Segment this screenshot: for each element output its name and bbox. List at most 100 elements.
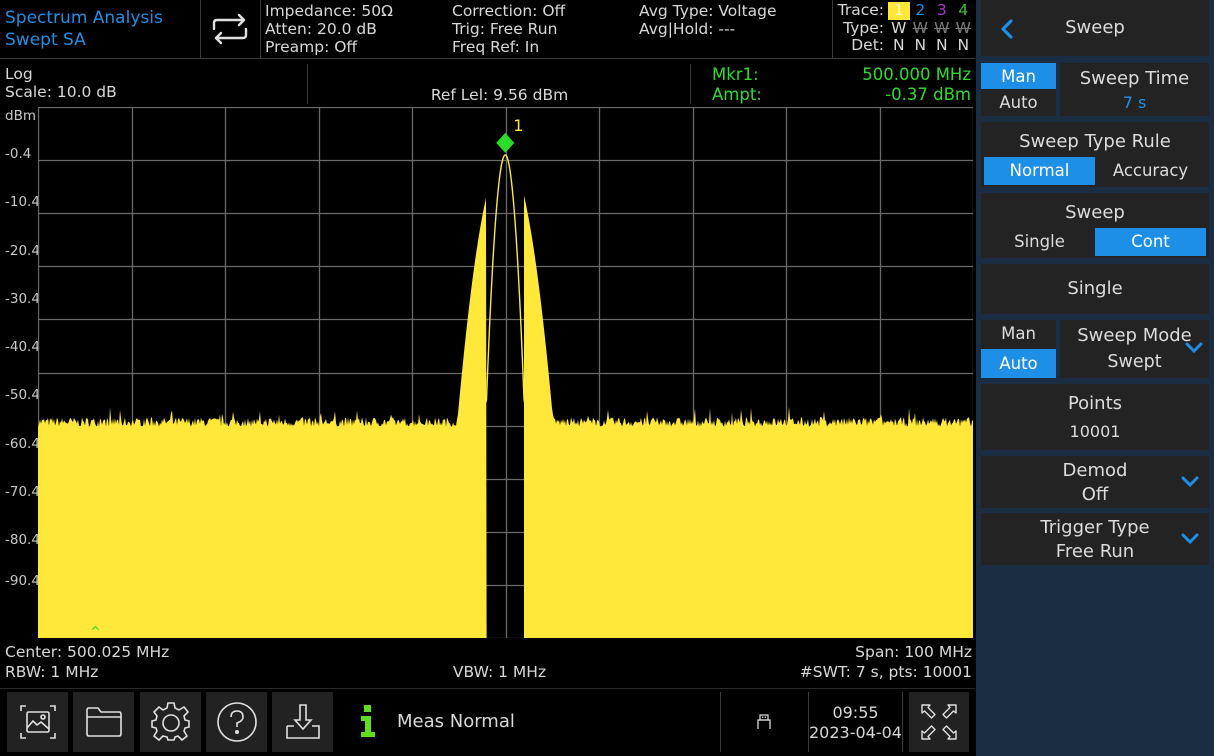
y-tick-label: -90.4: [0, 573, 38, 589]
trace-3-type: W: [931, 20, 953, 38]
trace-1-noise-fill: [38, 196, 973, 638]
freq-ref: Freq Ref: In: [452, 38, 565, 56]
chevron-down-icon: [1181, 533, 1199, 544]
fullscreen-button[interactable]: [909, 692, 969, 752]
menu-title: Sweep: [981, 17, 1209, 38]
det-row: Det: N N N N: [832, 37, 974, 55]
rbw[interactable]: RBW: 1 MHz: [5, 663, 98, 681]
clock[interactable]: 09:55 2023-04-04: [809, 703, 902, 743]
divider: [260, 0, 261, 58]
center-frequency[interactable]: Center: 500.025 MHz: [5, 643, 169, 661]
sweep-type-rule-softkey[interactable]: Sweep Type Rule Normal Accuracy: [981, 122, 1209, 187]
marker-frequency: 500.000 MHz: [862, 65, 971, 85]
sweep-softkey[interactable]: Sweep Single Cont: [981, 193, 1209, 258]
sweep-time-value: 7 s: [1060, 93, 1209, 112]
clock-time: 09:55: [809, 703, 902, 723]
softkey-menu: Sweep Man Auto Sweep Time 7 s Sweep Type…: [976, 0, 1214, 756]
scale-type: Log: [5, 65, 117, 83]
trigger-type-softkey[interactable]: Trigger Type Free Run: [981, 513, 1209, 565]
mode-toggle-button[interactable]: [201, 0, 259, 58]
trace-2-det: N: [910, 37, 932, 55]
trace-1-peak-line: [484, 155, 526, 402]
trace-legend[interactable]: Trace: 1 2 3 4 Type: W W W W Det: N N N …: [832, 2, 974, 55]
trace-2-type: W: [910, 20, 932, 38]
y-tick-label: -70.4: [0, 484, 38, 500]
spectrum-plot[interactable]: 1 ^: [38, 107, 973, 638]
sweep-time-man-auto[interactable]: Man Auto: [981, 63, 1056, 116]
sweep-time-label: Sweep Time: [1060, 68, 1209, 89]
trace-4-type: W: [953, 20, 975, 38]
sweep-mode-value: Swept: [1060, 352, 1209, 372]
y-tick-label: -30.4: [0, 291, 38, 307]
span[interactable]: Span: 100 MHz: [855, 643, 972, 661]
single-label: Single: [981, 278, 1209, 299]
trace-1-det: N: [888, 37, 910, 55]
swap-arrows-icon: [210, 13, 250, 45]
attenuation: Atten: 20.0 dB: [265, 20, 393, 38]
preamp: Preamp: Off: [265, 38, 393, 56]
menu-title-bar[interactable]: Sweep: [981, 0, 1209, 56]
center-marker-caret: ^: [90, 625, 101, 638]
sweep-type-rule-normal[interactable]: Normal: [984, 157, 1095, 185]
divider: [902, 692, 903, 752]
y-tick-label: -80.4: [0, 532, 38, 548]
sweep-mode-auto[interactable]: Auto: [981, 349, 1056, 378]
scale-info[interactable]: Log Scale: 10.0 dB: [5, 65, 117, 101]
trace-2-number[interactable]: 2: [910, 2, 932, 20]
trace-row: Trace: 1 2 3 4: [832, 2, 974, 20]
y-tick-label: -40.4: [0, 339, 38, 355]
sweep-label: Sweep: [981, 202, 1209, 223]
scale-per-div: Scale: 10.0 dB: [5, 83, 117, 101]
demod-softkey[interactable]: Demod Off: [981, 456, 1209, 508]
screenshot-button[interactable]: [7, 692, 68, 752]
marker-1-diamond[interactable]: [496, 133, 514, 153]
marker-amplitude: -0.37 dBm: [885, 85, 971, 105]
app-mode: Spectrum Analysis: [5, 7, 163, 29]
sweep-time-softkey[interactable]: Sweep Time 7 s: [1060, 63, 1209, 116]
chevron-down-icon: [1185, 342, 1203, 353]
status-message: Meas Normal: [397, 711, 515, 732]
trace-1-number[interactable]: 1: [888, 2, 910, 20]
ref-level[interactable]: Ref Lel: 9.56 dBm: [308, 86, 691, 104]
sweep-type-rule-accuracy[interactable]: Accuracy: [1095, 157, 1206, 185]
sweep-type-rule-label: Sweep Type Rule: [981, 131, 1209, 152]
correction: Correction: Off: [452, 2, 565, 20]
settings-button[interactable]: [140, 692, 201, 752]
sweep-time-points[interactable]: #SWT: 7 s, pts: 10001: [800, 663, 972, 681]
app-title[interactable]: Spectrum Analysis Swept SA: [5, 7, 163, 51]
usb-status[interactable]: [757, 714, 771, 734]
clock-date: 2023-04-04: [809, 723, 902, 743]
gear-icon: [150, 701, 192, 743]
avg-hold: Avg|Hold: ---: [639, 20, 777, 38]
sweep-mode-man-auto[interactable]: Man Auto: [981, 320, 1056, 378]
help-button[interactable]: [206, 692, 267, 752]
sweep-mode-softkey[interactable]: Sweep Mode Swept: [1060, 320, 1209, 378]
sweep-time-auto[interactable]: Auto: [981, 89, 1056, 116]
marker-readout[interactable]: Mkr1: 500.000 MHz Ampt: -0.37 dBm: [692, 65, 973, 105]
info-icon: [360, 705, 376, 741]
trace-3-number[interactable]: 3: [931, 2, 953, 20]
vbw[interactable]: VBW: 1 MHz: [308, 663, 691, 681]
sweep-mode-man[interactable]: Man: [981, 320, 1056, 348]
average-settings: Avg Type: Voltage Avg|Hold: ---: [639, 2, 777, 38]
save-button[interactable]: [272, 692, 333, 752]
y-tick-label: -0.4: [0, 146, 38, 162]
usb-icon: [757, 714, 771, 730]
marker-label: Mkr1:: [712, 65, 759, 85]
trace-4-number[interactable]: 4: [953, 2, 975, 20]
single-sweep-button[interactable]: Single: [981, 264, 1209, 314]
sweep-single-option[interactable]: Single: [984, 228, 1095, 256]
y-tick-label: -10.4: [0, 194, 38, 210]
points-label: Points: [981, 393, 1209, 414]
points-softkey[interactable]: Points 10001: [981, 384, 1209, 450]
file-manager-button[interactable]: [73, 692, 134, 752]
save-download-icon: [283, 702, 323, 742]
amplitude-label: Ampt:: [712, 85, 762, 105]
sweep-cont-option[interactable]: Cont: [1095, 228, 1206, 256]
trigger: Trig: Free Run: [452, 20, 565, 38]
sweep-time-man[interactable]: Man: [981, 63, 1056, 89]
fullscreen-icon: [920, 703, 958, 741]
points-value: 10001: [981, 422, 1209, 441]
header-divider: [0, 58, 975, 59]
trace-4-det: N: [953, 37, 975, 55]
